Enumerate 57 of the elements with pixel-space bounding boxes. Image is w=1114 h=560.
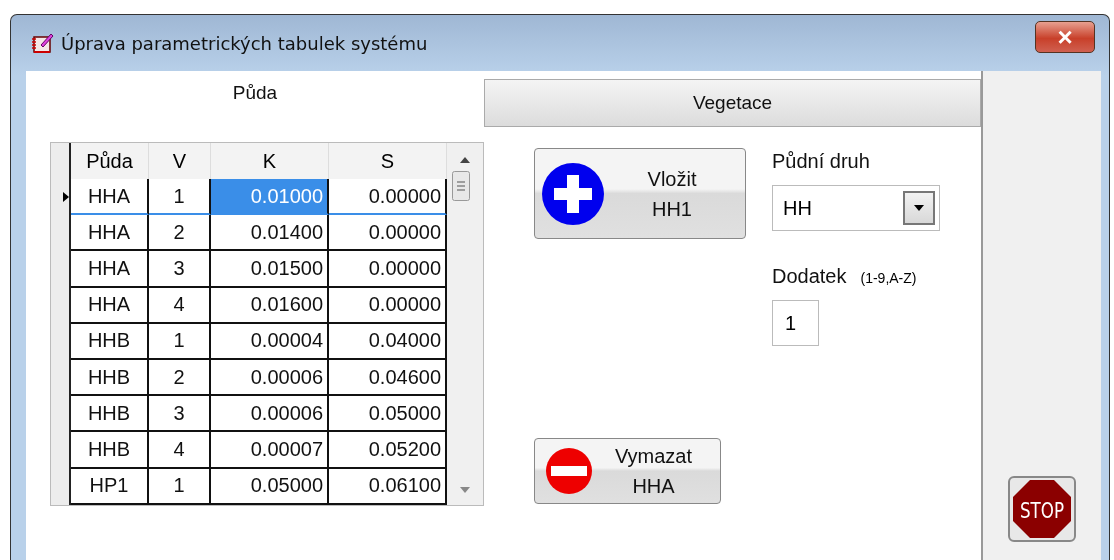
insert-button[interactable]: Vložit HH1 (534, 148, 746, 239)
table-cell[interactable]: 0.00000 (329, 287, 447, 324)
table-cell[interactable]: 0.00000 (329, 215, 447, 252)
tab[interactable]: Vegetace (484, 79, 981, 127)
soil-type-label: Půdní druh (772, 150, 870, 173)
table-cell[interactable]: 0.00007 (211, 432, 329, 469)
table-cell[interactable]: 0.00000 (329, 179, 447, 216)
caret-icon (914, 205, 924, 211)
table-cell[interactable]: 0.06100 (329, 468, 447, 505)
stop-button[interactable]: STOP (1008, 476, 1076, 542)
current-row-icon (63, 192, 69, 203)
table-cell[interactable]: 0.01500 (211, 251, 329, 288)
table-cell[interactable]: HHB (71, 359, 149, 397)
table-cell[interactable]: HHB (71, 323, 149, 360)
scroll-down-icon[interactable] (460, 487, 470, 493)
table-cell[interactable]: 2 (149, 359, 211, 397)
notepad-icon (31, 31, 55, 55)
plus-icon (541, 161, 605, 226)
column-header[interactable]: V (149, 143, 211, 179)
table-cell[interactable]: 1 (149, 468, 211, 505)
suffix-field[interactable]: 1 (772, 300, 819, 346)
table-cell[interactable]: 1 (149, 323, 211, 360)
table-cell[interactable]: 4 (149, 287, 211, 324)
table-cell[interactable]: 0.05200 (329, 432, 447, 469)
window-title: Úprava parametrických tabulek systému (61, 32, 428, 54)
soil-type-dropdown[interactable]: HH (772, 185, 940, 231)
delete-button[interactable]: Vymazat HHA (534, 438, 721, 504)
table-cell[interactable]: HHB (71, 396, 149, 433)
table-cell[interactable]: 2 (149, 215, 211, 252)
table-cell[interactable]: 3 (149, 251, 211, 288)
row-header[interactable] (51, 468, 71, 505)
table-cell[interactable]: 0.00000 (329, 251, 447, 288)
table-cell[interactable]: 0.01600 (211, 287, 329, 324)
table-cell[interactable]: HP1 (71, 468, 149, 505)
close-button[interactable]: × (1035, 21, 1095, 53)
table-cell[interactable]: 4 (149, 432, 211, 469)
table-cell[interactable]: 0.00004 (211, 323, 329, 360)
column-header[interactable]: Půda (71, 143, 149, 179)
table-cell[interactable]: 0.00006 (211, 359, 329, 397)
table-cell[interactable]: 0.04000 (329, 323, 447, 360)
table-cell[interactable]: 0.05000 (211, 468, 329, 505)
no-entry-icon (545, 447, 593, 495)
column-header[interactable]: S (329, 143, 447, 179)
table-cell[interactable]: HHB (71, 432, 149, 469)
table-cell[interactable]: HHA (71, 287, 149, 324)
suffix-label: Dodatek (772, 265, 847, 288)
scroll-thumb[interactable] (452, 171, 470, 201)
table-cell[interactable]: 0.04600 (329, 359, 447, 397)
table-cell[interactable]: 3 (149, 396, 211, 433)
scroll-up-icon[interactable] (460, 157, 470, 163)
suffix-hint: (1-9,A-Z) (860, 270, 917, 286)
table-cell[interactable]: 0.05000 (329, 396, 447, 433)
table-cell[interactable]: HHA (71, 251, 149, 288)
table-cell[interactable]: HHA (71, 179, 149, 216)
table-cell[interactable]: 0.01400 (211, 215, 329, 252)
table-cell[interactable]: 0.00006 (211, 396, 329, 433)
table-cell[interactable]: HHA (71, 215, 149, 252)
